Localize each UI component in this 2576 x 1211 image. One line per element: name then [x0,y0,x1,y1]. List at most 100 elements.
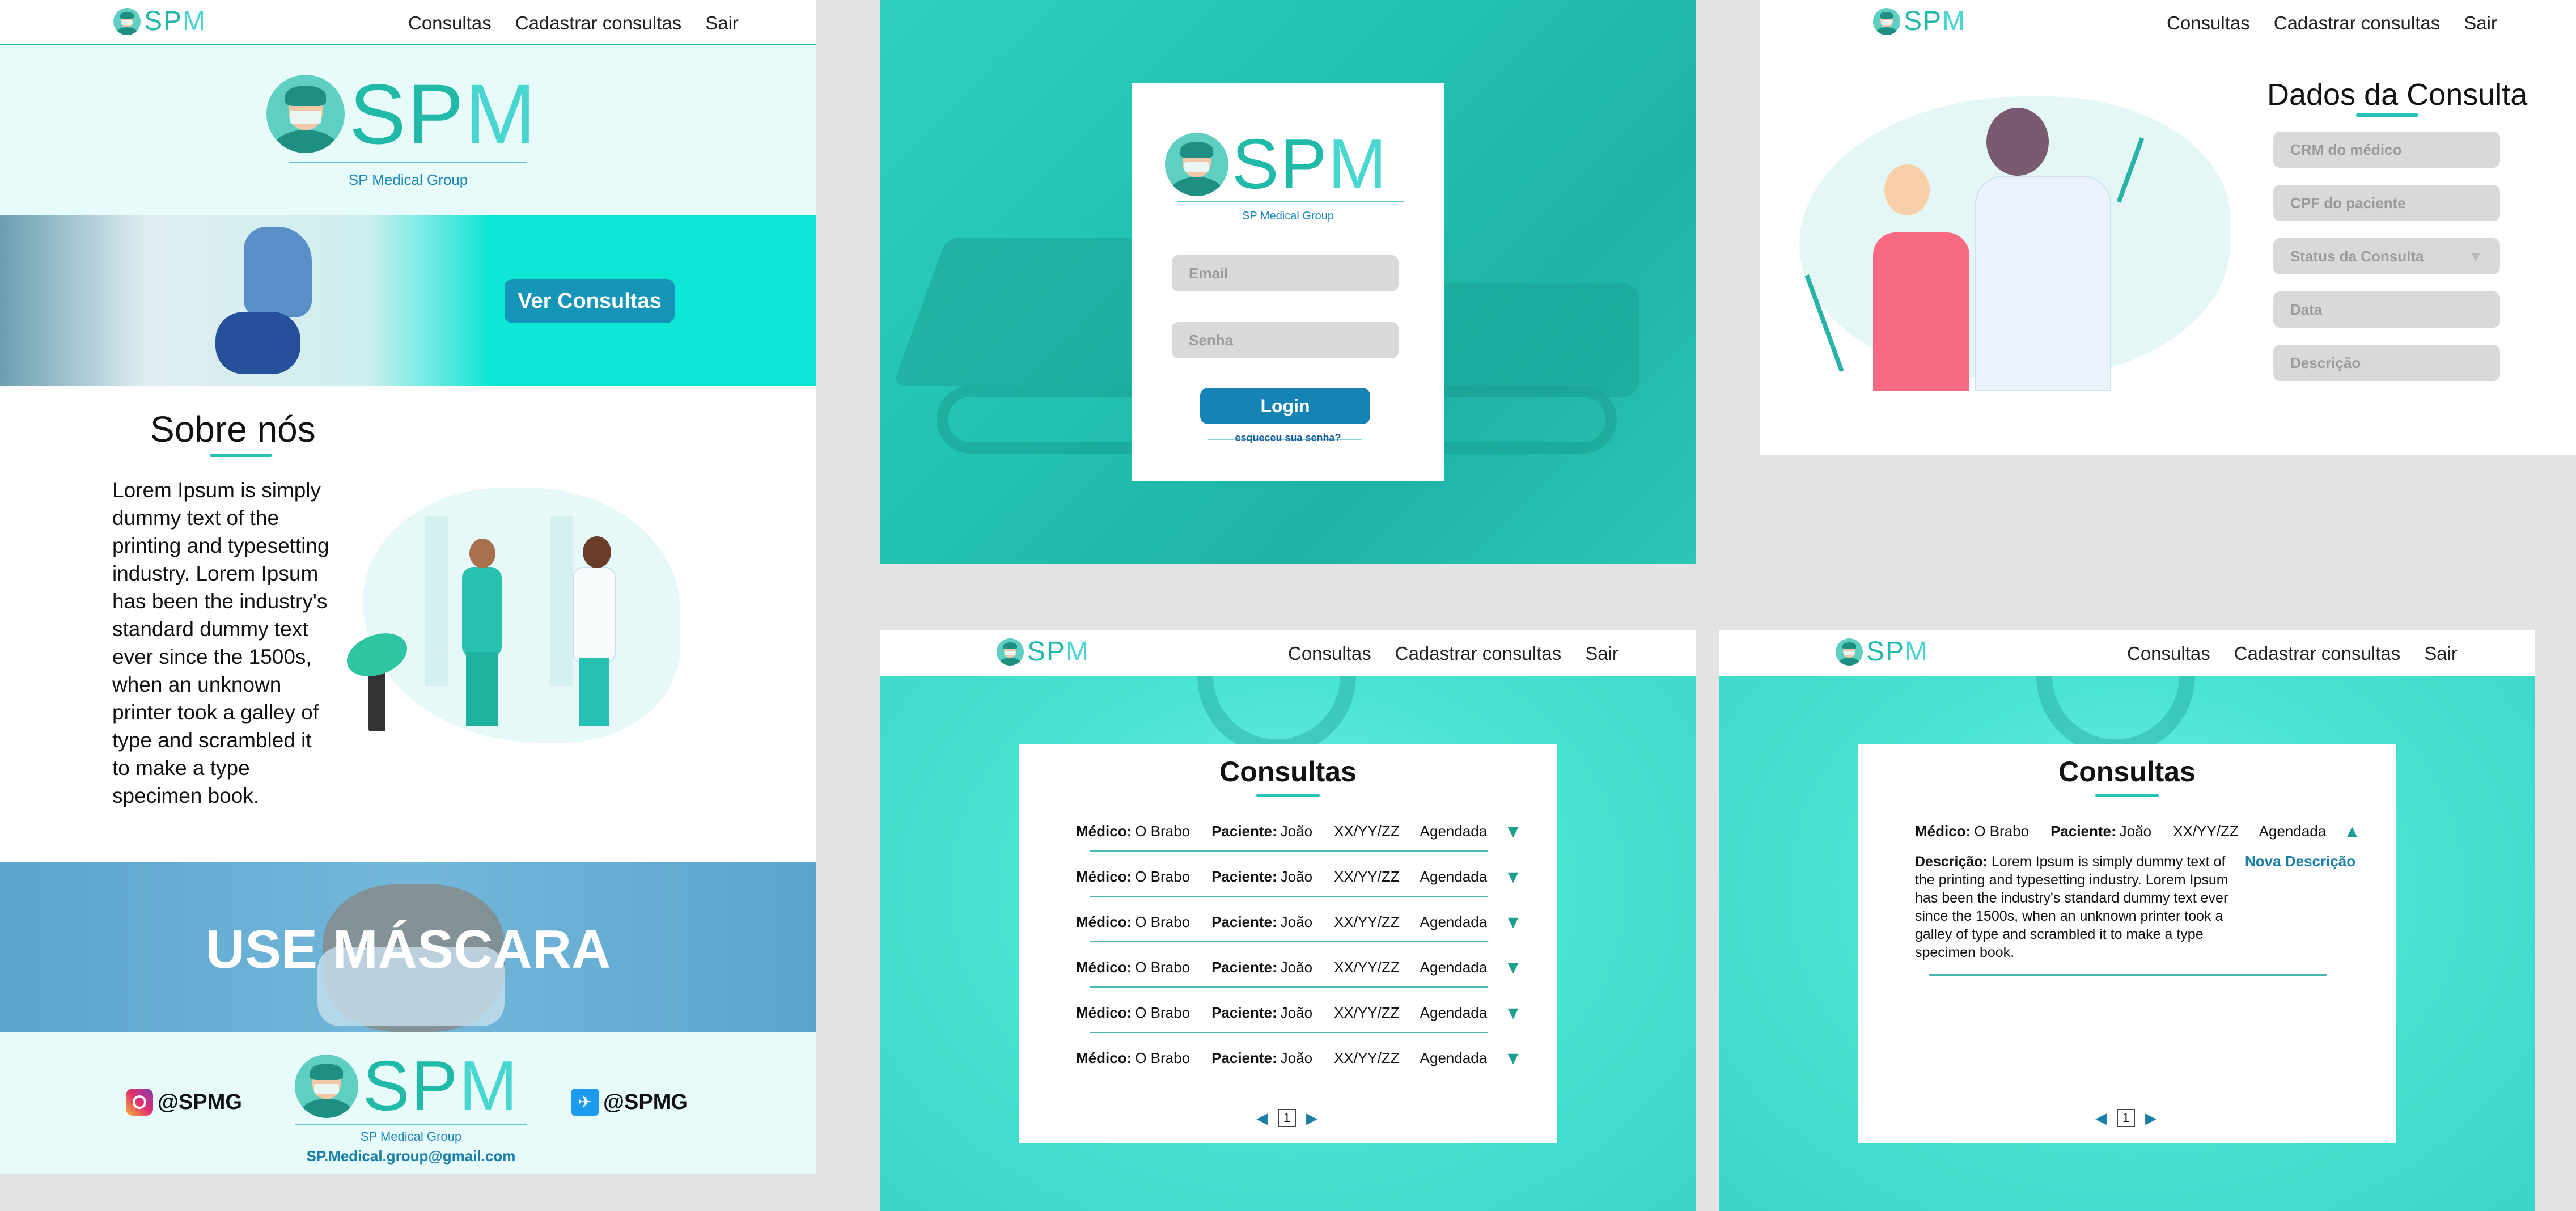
consultas-title-underline [2095,794,2159,797]
consultas-card: Consultas Médico: O Brabo Paciente: João XX/… [1019,744,1557,1143]
next-page-icon[interactable]: ▶ [2145,1110,2156,1127]
consulta-row[interactable]: Médico: O Brabo Paciente: João XX/YY/ZZ Agend… [1076,1048,1522,1069]
consulta-row[interactable]: Médico: O Brabo Paciente: João XX/YY/ZZ Agend… [1076,957,1522,978]
prev-page-icon[interactable]: ◀ [1256,1110,1268,1127]
expand-arrow-icon[interactable]: ▼ [1504,1002,1522,1023]
footer-tagline: SP Medical Group [360,1129,462,1144]
row-divider [1929,974,2327,976]
collapse-arrow-icon[interactable]: ▲ [2343,821,2361,842]
consulta-row[interactable]: Médico: O Brabo Paciente: João XX/YY/ZZ Agend… [1076,866,1522,887]
status-value: Agendada [1420,868,1488,885]
instagram-link[interactable]: @SPMG [126,1089,242,1116]
contact-email[interactable]: SP.Medical.group@gmail.com [0,1148,816,1165]
doctor-avatar-icon [1836,638,1863,666]
consulta-row[interactable]: Médico: O Brabo Paciente: João XX/YY/ZZ Agend… [1076,821,1522,842]
page-number[interactable]: 1 [1278,1109,1296,1127]
nav-consultas-link[interactable]: Consultas [1288,643,1371,664]
logo-letter: M [1066,637,1090,667]
ver-consultas-button[interactable]: Ver Consultas [505,279,675,323]
paciente-label: Paciente: [1211,913,1277,930]
logo-underline [289,162,527,163]
data-value: XX/YY/ZZ [1334,1049,1400,1066]
navbar-logo[interactable]: SPM [1873,8,1966,35]
instagram-icon [126,1089,153,1116]
nav-sair-link[interactable]: Sair [705,12,739,34]
paciente-label: Paciente: [1211,823,1277,840]
mask-banner: USE MÁSCARA [0,862,816,1032]
data-value: XX/YY/ZZ [2173,823,2239,840]
nav-consultas-link[interactable]: Consultas [408,12,492,34]
medico-label: Médico: [1076,913,1132,930]
consulta-row[interactable]: Médico: O Brabo Paciente: João XX/YY/ZZ Agend… [1076,912,1522,933]
expand-arrow-icon[interactable]: ▼ [1504,957,1522,978]
row-divider [1090,850,1488,852]
logo-letter: M [459,1047,519,1125]
prev-page-icon[interactable]: ◀ [2095,1110,2107,1127]
status-value: Agendada [1420,959,1488,976]
login-logo-underline [1177,201,1404,202]
nav-consultas-link[interactable]: Consultas [2127,643,2210,664]
password-input[interactable]: Senha [1172,322,1399,358]
nav-sair-link[interactable]: Sair [1585,643,1619,664]
expand-arrow-icon[interactable]: ▼ [1504,866,1522,887]
consulta-row-expanded[interactable]: Médico: O Brabo Paciente: João XX/YY/ZZ Ag… [1915,821,2361,842]
nav-cadastrar-link[interactable]: Cadastrar consultas [515,12,681,34]
logo-letter: P [1886,637,1905,667]
logo-letter: M [465,66,537,162]
doctor-patient-illustration [1799,85,2230,397]
logo-letter: S [1232,125,1280,204]
crm-input[interactable]: CRM do médico [2273,132,2500,168]
expand-arrow-icon[interactable]: ▼ [1504,1048,1522,1069]
nav-sair-link[interactable]: Sair [2464,12,2497,34]
medico-value: O Brabo [1974,823,2030,840]
cadastro-title: Dados da Consulta [2267,78,2528,112]
descricao-block: Descrição: Lorem Ipsum is simply dummy t… [1915,853,2232,962]
navbar-logo[interactable]: SPM [997,638,1090,666]
descricao-input[interactable]: Descrição [2273,345,2500,381]
chevron-down-icon: ▼ [2468,247,2483,265]
doctor-avatar-icon [997,638,1024,666]
navbar-logo[interactable]: SPM [113,8,206,35]
status-select[interactable]: Status da Consulta ▼ [2273,238,2500,274]
row-divider [1090,986,1488,988]
forgot-password-link[interactable]: esqueceu sua senha? [1132,432,1444,444]
medico-value: O Brabo [1135,1004,1190,1021]
paciente-value: João [1280,1049,1313,1066]
nav-cadastrar-link[interactable]: Cadastrar consultas [2274,12,2440,34]
consulta-detail-card: Consultas Médico: O Brabo Paciente: João X… [1858,744,2396,1143]
status-value: Agendada [2259,823,2327,840]
status-value: Agendada [1420,1004,1488,1021]
twitter-link[interactable]: ✈ @SPMG [571,1089,688,1116]
consultas-navbar: SPM Consultas Cadastrar consultas Sair [880,630,1696,676]
about-text: Lorem Ipsum is simply dummy text of the … [112,479,329,807]
expand-arrow-icon[interactable]: ▼ [1504,821,1522,842]
nav-cadastrar-link[interactable]: Cadastrar consultas [1395,643,1561,664]
data-input[interactable]: Data [2273,291,2500,328]
doctor-avatar-icon [1873,8,1900,35]
logo-letter: P [1279,125,1328,204]
nav-cadastrar-link[interactable]: Cadastrar consultas [2234,643,2400,664]
consulta-detail-page: SPM Consultas Cadastrar consultas Sair C… [1719,630,2535,1211]
email-input[interactable]: Email [1172,255,1399,291]
consulta-row[interactable]: Médico: O Brabo Paciente: João XX/YY/ZZ Agend… [1076,1002,1522,1023]
cpf-input[interactable]: CPF do paciente [2273,185,2500,221]
consultas-title: Consultas [1219,756,1357,787]
page-number[interactable]: 1 [2117,1109,2135,1127]
expand-arrow-icon[interactable]: ▼ [1504,912,1522,933]
nova-descricao-link[interactable]: Nova Descrição [2245,853,2355,870]
row-divider [1090,941,1488,942]
nav-sair-link[interactable]: Sair [2424,643,2458,664]
doctor-avatar-icon [113,8,141,35]
twitter-icon: ✈ [571,1089,599,1116]
logo-letter: S [363,1047,411,1125]
logo-letter: S [1866,637,1886,667]
medico-value: O Brabo [1135,823,1190,840]
login-button[interactable]: Login [1200,388,1370,424]
next-page-icon[interactable]: ▶ [1306,1110,1317,1127]
consultas-title-underline [1256,794,1320,797]
home-header: SPM SP Medical Group [0,45,816,215]
nav-consultas-link[interactable]: Consultas [2167,12,2250,34]
login-logo: SPM [1165,129,1388,200]
navbar-logo[interactable]: SPM [1836,638,1929,666]
detail-navbar: SPM Consultas Cadastrar consultas Sair [1719,630,2535,676]
